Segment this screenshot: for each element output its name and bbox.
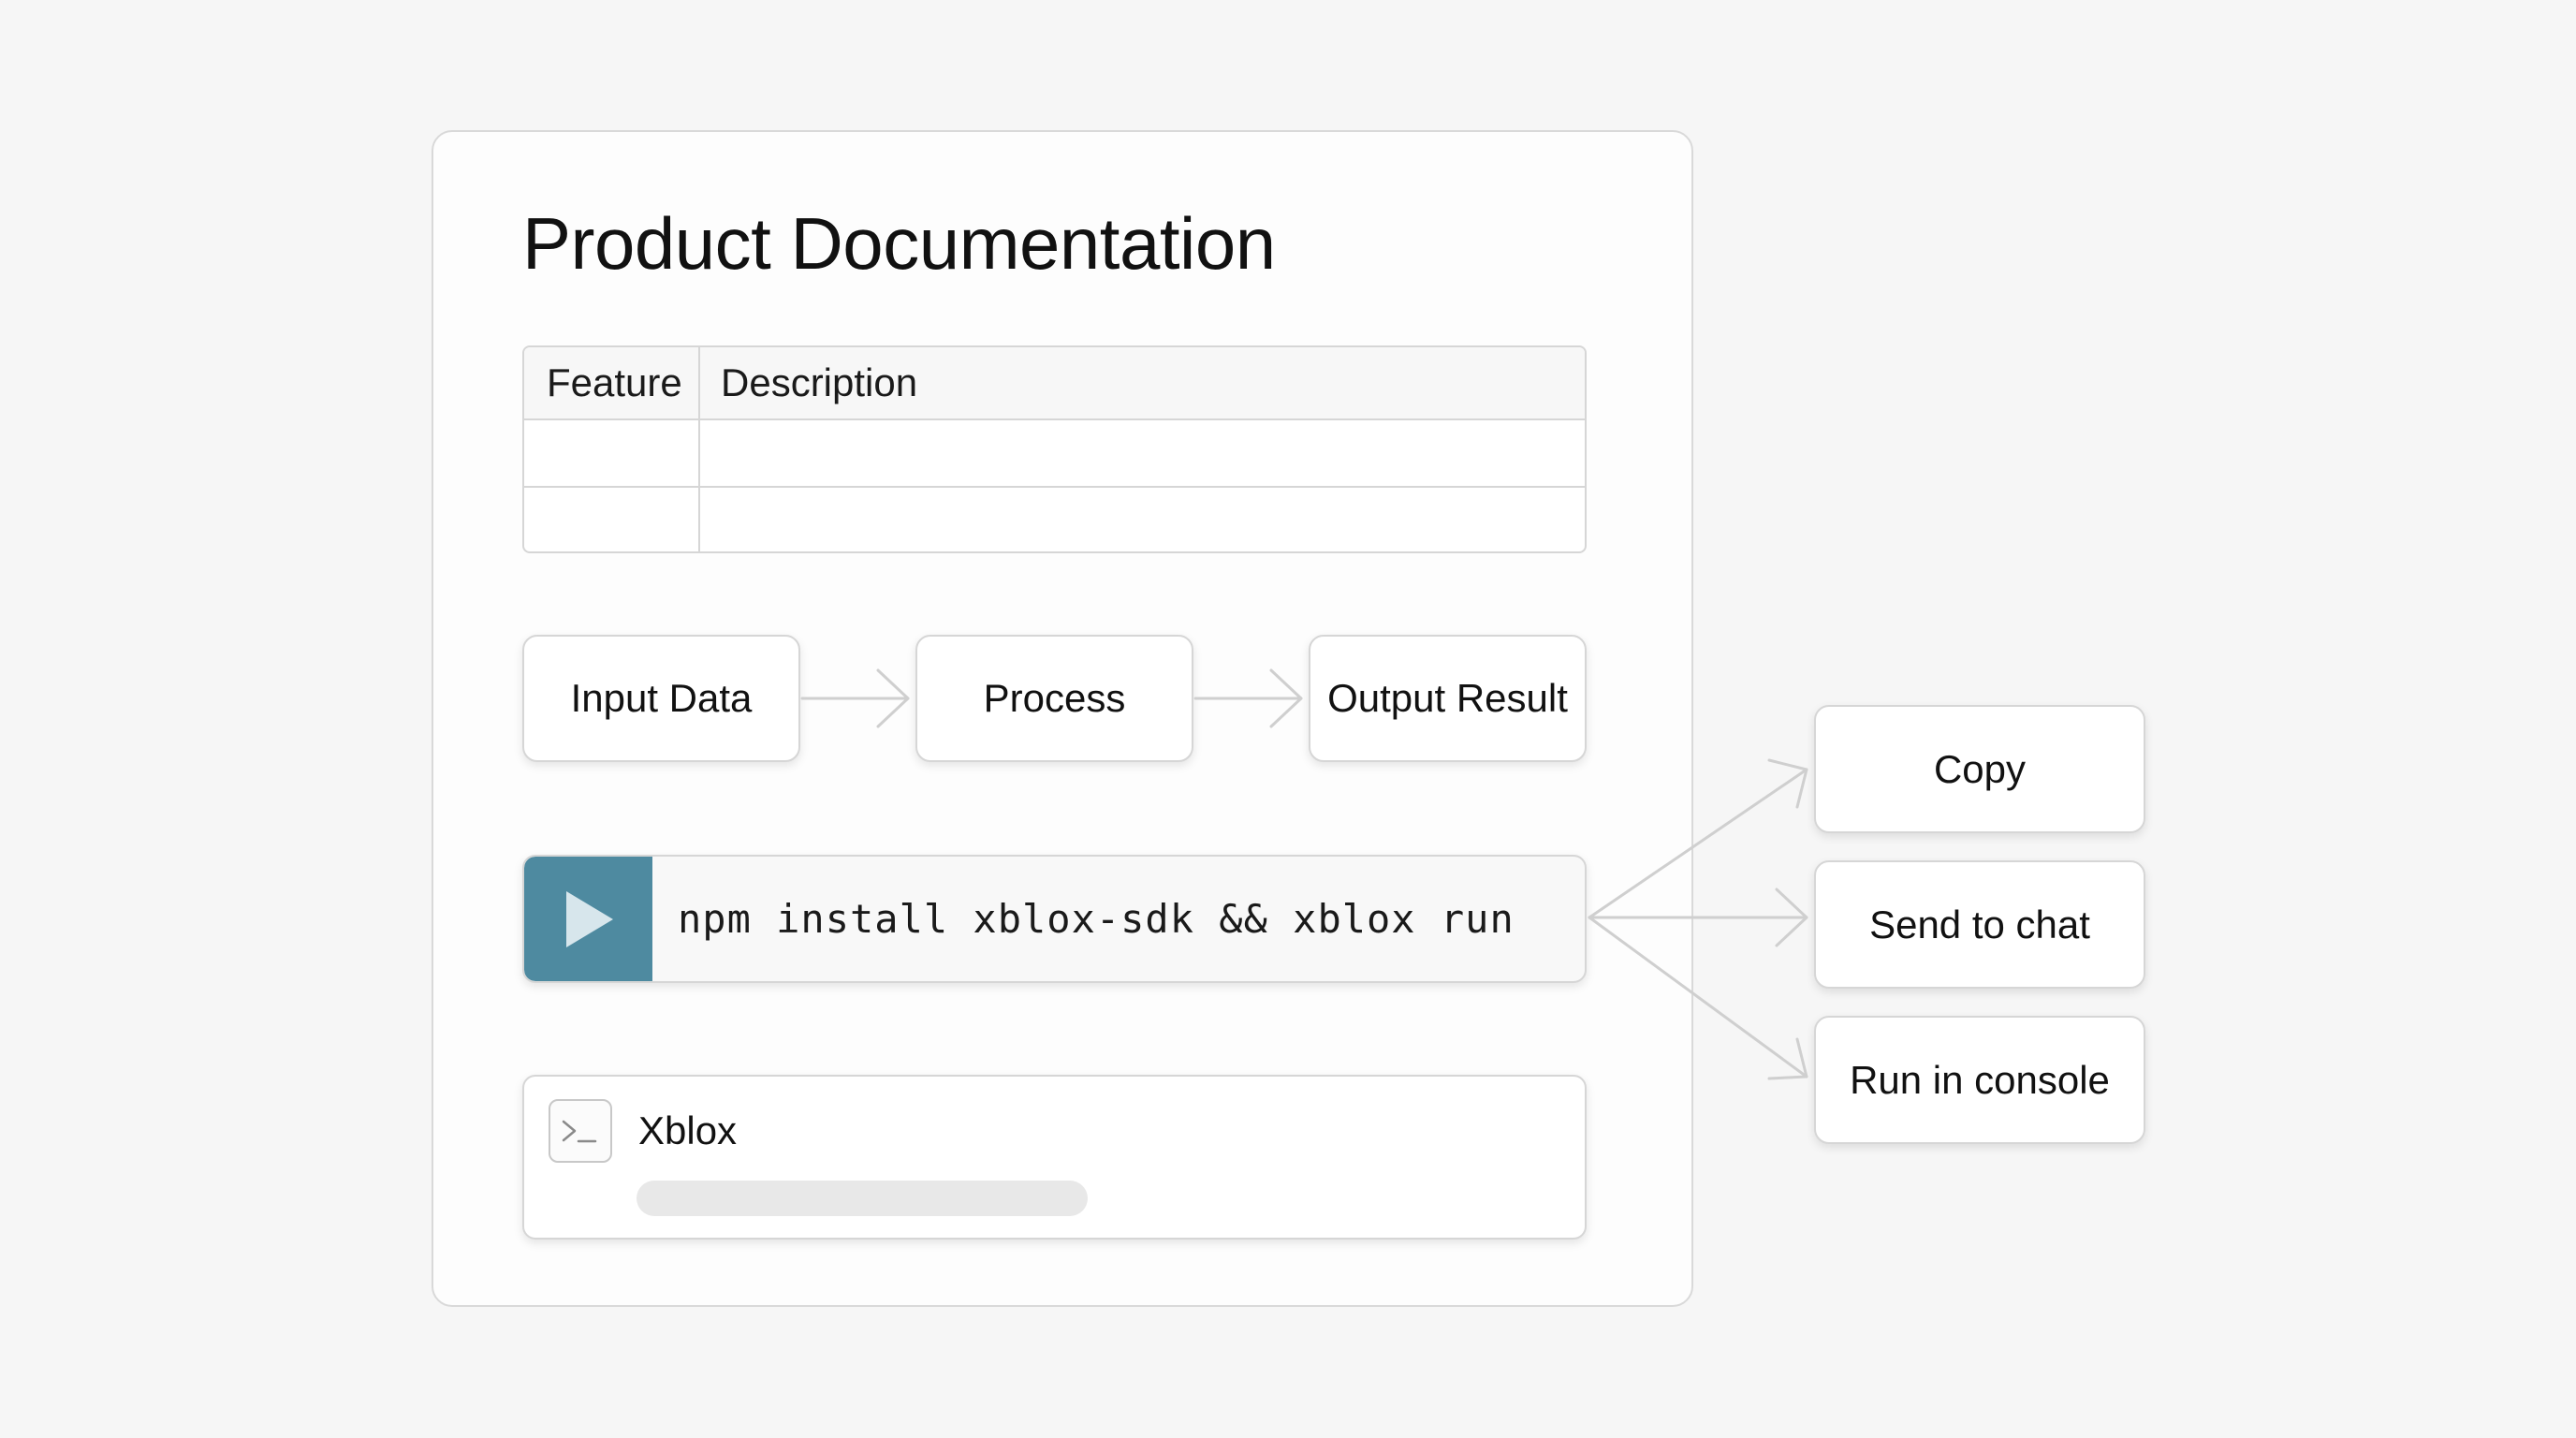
flow-step-output-result[interactable]: Output Result bbox=[1309, 635, 1587, 762]
run-in-console-button[interactable]: Run in console bbox=[1814, 1016, 2145, 1144]
copy-button[interactable]: Copy bbox=[1814, 705, 2145, 833]
table-cell-feature bbox=[524, 488, 700, 551]
flow-step-input-data[interactable]: Input Data bbox=[522, 635, 800, 762]
command-text[interactable]: npm install xblox-sdk && xblox run bbox=[678, 857, 1515, 981]
send-to-chat-button[interactable]: Send to chat bbox=[1814, 860, 2145, 989]
table-header-feature: Feature bbox=[524, 347, 700, 418]
action-arrowhead-copy bbox=[1767, 758, 1808, 809]
table-header-row: Feature Description bbox=[524, 347, 1585, 420]
flow-step-process[interactable]: Process bbox=[915, 635, 1193, 762]
loading-placeholder-bar bbox=[637, 1181, 1088, 1216]
page-title: Product Documentation bbox=[522, 202, 1276, 285]
action-arrowhead-send bbox=[1775, 888, 1808, 947]
run-command-button[interactable] bbox=[524, 857, 652, 981]
console-card-name: Xblox bbox=[638, 1108, 738, 1152]
table-cell-feature bbox=[524, 420, 700, 486]
table-cell-description bbox=[700, 420, 1585, 486]
terminal-icon bbox=[549, 1099, 612, 1163]
table-row bbox=[524, 486, 1585, 551]
table-row bbox=[524, 420, 1585, 486]
table-cell-description bbox=[700, 488, 1585, 551]
command-bar[interactable]: npm install xblox-sdk && xblox run bbox=[522, 855, 1587, 983]
feature-table: Feature Description bbox=[522, 345, 1587, 553]
console-card[interactable]: Xblox bbox=[522, 1075, 1587, 1240]
table-header-description: Description bbox=[721, 360, 918, 404]
action-arrowhead-run bbox=[1767, 1037, 1808, 1080]
play-icon bbox=[566, 891, 613, 947]
